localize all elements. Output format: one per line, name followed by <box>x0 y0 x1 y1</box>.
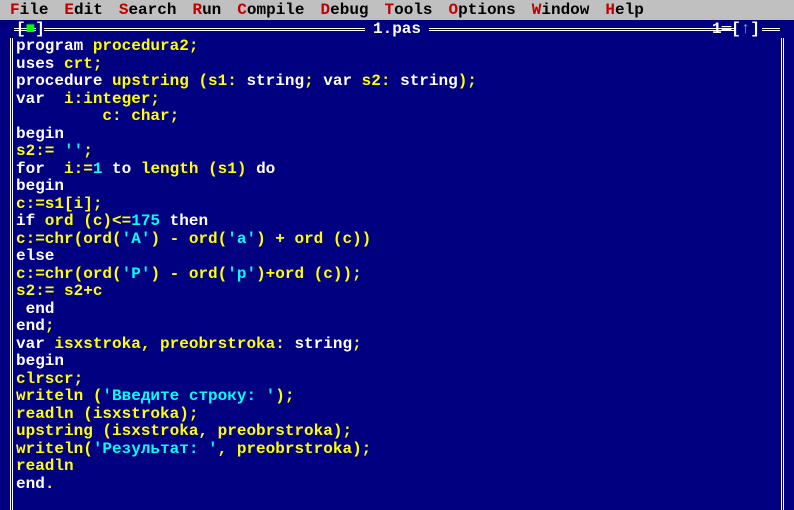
code-line: var isxstroka, preobrstroka: string; <box>16 336 778 354</box>
code-line: c:=chr(ord('А') - ord('а') + ord (c)) <box>16 231 778 249</box>
code-line: c:=chr(ord('Р') - ord('р')+ord (c)); <box>16 266 778 284</box>
menu-edit[interactable]: Edit <box>56 1 110 19</box>
code-line: for i:=1 to length (s1) do <box>16 161 778 179</box>
code-editor[interactable]: program procedura2;uses crt;procedure up… <box>0 38 794 493</box>
code-line: s2:= s2+c <box>16 283 778 301</box>
menu-debug[interactable]: Debug <box>313 1 377 19</box>
close-icon[interactable]: ■ <box>26 20 36 38</box>
menu-file[interactable]: File <box>2 1 56 19</box>
maximize-icon[interactable]: ↑ <box>741 20 751 38</box>
code-line: readln <box>16 458 778 476</box>
frame-right <box>781 38 784 510</box>
menu-compile[interactable]: Compile <box>229 1 312 19</box>
code-line: var i:integer; <box>16 91 778 109</box>
code-line: s2:= ''; <box>16 143 778 161</box>
menu-search[interactable]: Search <box>111 1 185 19</box>
menu-tools[interactable]: Tools <box>377 1 441 19</box>
code-line: c:=s1[i]; <box>16 196 778 214</box>
menu-window[interactable]: Window <box>524 1 598 19</box>
window-number: 1 <box>712 20 722 38</box>
code-line: begin <box>16 178 778 196</box>
window-title: 1.pas <box>363 20 430 38</box>
code-line: begin <box>16 126 778 144</box>
code-line: uses crt; <box>16 56 778 74</box>
code-line: procedure upstring (s1: string; var s2: … <box>16 73 778 91</box>
code-line: program procedura2; <box>16 38 778 56</box>
code-line: end; <box>16 318 778 336</box>
code-line: end <box>16 301 778 319</box>
code-line: clrscr; <box>16 371 778 389</box>
code-line: upstring (isxstroka, preobrstroka); <box>16 423 778 441</box>
menu-help[interactable]: Help <box>597 1 651 19</box>
menu-options[interactable]: Options <box>441 1 524 19</box>
code-line: c: char; <box>16 108 778 126</box>
menu-run[interactable]: Run <box>184 1 229 19</box>
frame-left <box>10 38 13 510</box>
code-line: begin <box>16 353 778 371</box>
code-line: readln (isxstroka); <box>16 406 778 424</box>
code-line: writeln('Результат: ', preobrstroka); <box>16 441 778 459</box>
code-line: end. <box>16 476 778 494</box>
window-titlebar: [■] 1.pas 1═[↑] <box>0 20 794 38</box>
code-line: writeln ('Введите строку: '); <box>16 388 778 406</box>
code-line: else <box>16 248 778 266</box>
menu-bar: FileEditSearchRunCompileDebugToolsOption… <box>0 0 794 20</box>
code-line: if ord (c)<=175 then <box>16 213 778 231</box>
